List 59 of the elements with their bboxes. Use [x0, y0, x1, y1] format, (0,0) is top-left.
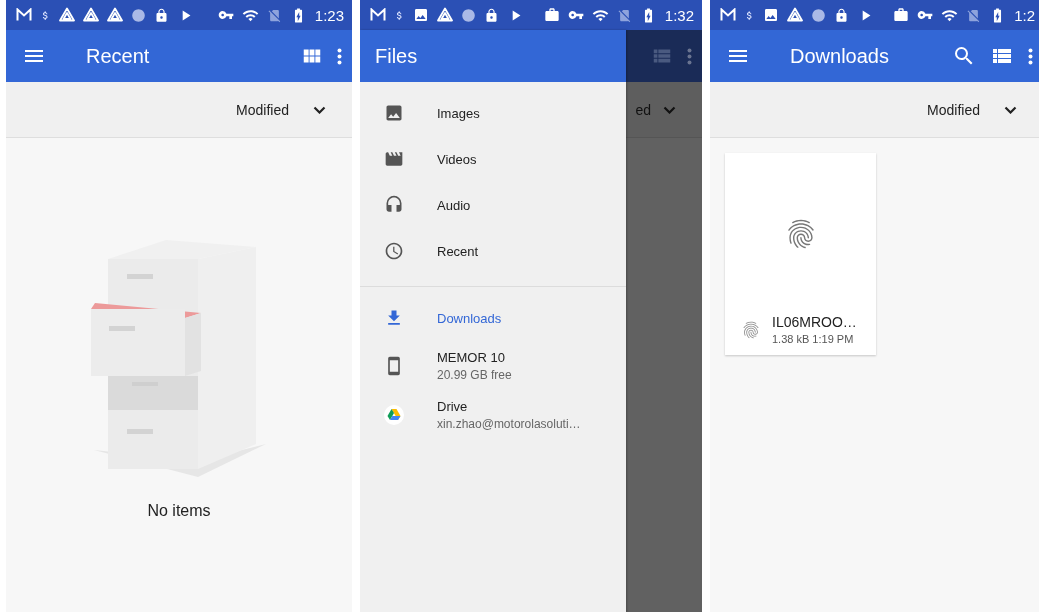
more-icon — [687, 47, 692, 65]
drawer-item[interactable]: Images — [360, 90, 626, 136]
image-icon — [384, 103, 404, 123]
status-time: 1:2 — [1014, 6, 1035, 24]
drawer-title: Files — [375, 44, 418, 68]
file-card[interactable]: IL06MROO… 1.38 kB 1:19 PM — [725, 153, 876, 355]
image-icon — [763, 7, 779, 23]
drive-triangle-icon — [437, 7, 453, 23]
status-time: 1:23 — [314, 6, 344, 24]
drawer-item-label: Images — [437, 105, 480, 121]
file-meta: 1.38 kB 1:19 PM — [772, 333, 855, 345]
drive-triangle-icon — [83, 7, 99, 23]
more-icon[interactable] — [337, 47, 342, 65]
chevron-down-icon — [663, 105, 676, 114]
fingerprint-icon — [741, 319, 761, 340]
drive-logo-icon — [384, 404, 404, 425]
lock-icon — [154, 7, 169, 23]
drawer-item-label: Recent — [437, 243, 479, 259]
drawer-item-summary: xin.zhao@motorolasoluti… — [437, 416, 581, 431]
drive-triangle-icon — [59, 7, 75, 23]
drawer-item-label: Downloads — [437, 310, 502, 326]
drawer-item-label: Drive — [437, 398, 469, 414]
drawer-item[interactable]: MEMOR 10 20.99 GB free — [360, 341, 626, 390]
image-icon — [413, 7, 429, 23]
app-bar-title: Downloads — [790, 44, 890, 68]
drawer-item-label: MEMOR 10 — [437, 349, 506, 365]
chevron-down-icon[interactable] — [313, 105, 326, 114]
m-logo-icon — [16, 8, 32, 22]
no-sim-icon — [966, 7, 982, 23]
sort-label: ed — [635, 101, 651, 118]
app-bar-title: Recent — [86, 44, 151, 68]
drawer-item-summary: 20.99 GB free — [437, 367, 512, 382]
status-time: 1:32 — [664, 6, 694, 24]
drive-triangle-icon — [787, 7, 803, 23]
drawer-item[interactable]: Drive xin.zhao@motorolasoluti… — [360, 390, 626, 439]
sort-label[interactable]: Modified — [236, 101, 289, 118]
more-icon[interactable] — [1028, 47, 1033, 65]
lock-icon — [834, 7, 849, 23]
sort-label[interactable]: Modified — [927, 101, 980, 118]
no-sim-icon — [616, 7, 632, 23]
chevron-down-icon[interactable] — [1004, 105, 1017, 114]
drawer-item[interactable]: Videos — [360, 136, 626, 182]
drawer-item-label: Audio — [437, 197, 471, 213]
lock-icon — [484, 7, 499, 23]
m-logo-icon — [720, 8, 736, 22]
empty-message: No items — [147, 502, 211, 520]
m-logo-icon — [370, 8, 386, 22]
headphones-icon — [384, 195, 404, 215]
drawer-item[interactable]: Downloads — [360, 295, 626, 341]
clock-icon — [384, 241, 404, 261]
no-sim-icon — [266, 7, 282, 23]
briefcase-icon — [543, 7, 560, 23]
drawer-item[interactable]: Audio — [360, 182, 626, 228]
briefcase-icon — [893, 7, 910, 23]
file-name: IL06MROO… — [772, 314, 857, 330]
film-icon — [384, 149, 404, 169]
drive-triangle-icon — [107, 7, 123, 23]
drawer-item[interactable]: Recent — [360, 228, 626, 274]
drawer-item-label: Videos — [437, 151, 477, 167]
